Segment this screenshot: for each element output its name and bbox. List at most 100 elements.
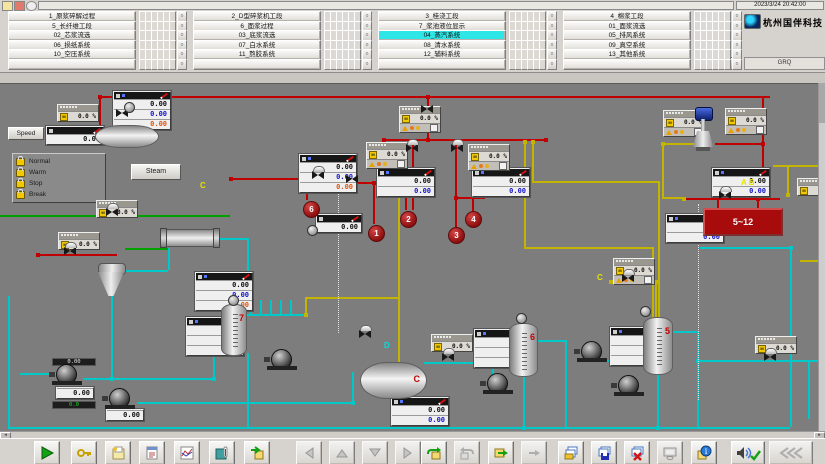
valve-icon[interactable]	[64, 247, 76, 255]
valve-icon[interactable]	[346, 175, 358, 183]
address-field[interactable]	[38, 1, 734, 10]
menu-extra-button[interactable]: o	[362, 59, 372, 70]
menu-button[interactable]	[193, 59, 321, 70]
steam-button[interactable]: Steam	[131, 164, 181, 180]
value-panel[interactable]: 0.000.00	[391, 397, 449, 426]
redo-button[interactable]	[454, 441, 480, 464]
valve-icon[interactable]	[406, 144, 418, 152]
info-button[interactable]: i	[691, 441, 717, 464]
edit-pen-icon[interactable]	[438, 398, 446, 404]
menu-cell[interactable]	[354, 59, 361, 70]
save-pages-button[interactable]	[591, 441, 617, 464]
vertical-tank[interactable]: 7	[221, 304, 247, 356]
report-button[interactable]	[139, 441, 165, 464]
controller-faceplate[interactable]: M0.0 %	[797, 178, 818, 196]
doc-icon[interactable]	[2, 1, 13, 11]
run-button[interactable]	[34, 441, 60, 464]
mode-icon[interactable]: M	[800, 187, 808, 195]
pump-icon[interactable]	[105, 388, 135, 410]
key-button[interactable]	[71, 441, 97, 464]
ack-box[interactable]	[430, 124, 438, 132]
controller-faceplate[interactable]: M0.0 %	[57, 104, 99, 122]
vertical-scrollbar[interactable]	[818, 83, 825, 431]
grq-button[interactable]: GRQ	[744, 57, 825, 70]
mode-icon[interactable]: M	[60, 113, 68, 121]
preview-button[interactable]	[657, 441, 683, 464]
import-button[interactable]	[488, 441, 514, 464]
nav-down-button[interactable]	[362, 441, 388, 464]
tag-circle[interactable]: 1	[368, 225, 385, 242]
tag-circle[interactable]: 2	[400, 211, 417, 228]
mode-icon[interactable]: M	[728, 117, 736, 125]
edit-pen-icon[interactable]	[519, 169, 527, 175]
audio-check-button[interactable]	[731, 441, 765, 464]
controller-faceplate[interactable]: M0.0 %	[468, 144, 510, 171]
valve-icon[interactable]	[622, 274, 634, 282]
undo-button[interactable]	[421, 441, 447, 464]
horizontal-tank[interactable]: C	[360, 362, 427, 399]
valve-icon[interactable]	[719, 191, 731, 199]
valve-icon[interactable]	[359, 330, 371, 338]
mode-icon[interactable]: M	[434, 343, 442, 351]
valve-icon[interactable]	[312, 171, 324, 179]
speed-button[interactable]: Speed	[8, 127, 44, 140]
ack-box[interactable]	[644, 276, 652, 284]
menu-cell[interactable]	[539, 59, 546, 70]
motor-icon[interactable]	[228, 295, 239, 306]
tag-circle[interactable]: 6	[303, 201, 320, 218]
menu-cell[interactable]	[724, 59, 731, 70]
valve-icon[interactable]	[421, 105, 433, 113]
export-data-button[interactable]	[244, 441, 270, 464]
value-panel[interactable]: 0.000.00	[472, 168, 530, 197]
nav-right-button[interactable]	[395, 441, 421, 464]
edit-pen-icon[interactable]	[424, 169, 432, 175]
mode-icon[interactable]: M	[402, 115, 410, 123]
nav-left-button[interactable]	[296, 441, 322, 464]
menu-cell[interactable]	[169, 59, 176, 70]
edit-pen-icon[interactable]	[351, 215, 359, 221]
edit-pen-icon[interactable]	[759, 169, 767, 175]
nav-up-button[interactable]	[329, 441, 355, 464]
tag-circle[interactable]: 4	[465, 211, 482, 228]
pump-icon[interactable]	[483, 373, 513, 395]
trend-button[interactable]	[174, 441, 200, 464]
mode-icon[interactable]: M	[666, 119, 674, 127]
pump-icon[interactable]	[267, 349, 297, 371]
motor-icon[interactable]	[640, 306, 651, 317]
edit-pen-icon[interactable]	[346, 155, 354, 161]
pump-icon[interactable]	[577, 341, 607, 363]
mode-icon[interactable]: M	[369, 151, 377, 159]
value-panel[interactable]: 0.000.000.00	[299, 154, 357, 193]
zoom-icon[interactable]	[26, 1, 37, 11]
vertical-tank[interactable]: 6	[509, 323, 538, 377]
delete-pages-button[interactable]	[624, 441, 650, 464]
import-2-button[interactable]	[521, 441, 547, 464]
valve-icon[interactable]	[451, 144, 463, 152]
motor-icon[interactable]	[124, 102, 135, 113]
valve-icon[interactable]	[764, 353, 776, 361]
pump-icon[interactable]	[614, 375, 644, 397]
menu-extra-button[interactable]: o	[547, 59, 557, 70]
mode-icon[interactable]: M	[471, 153, 479, 161]
controller-faceplate[interactable]: M0.0 %	[725, 108, 767, 135]
value-display[interactable]: 0.00	[316, 214, 362, 233]
ack-box[interactable]	[756, 126, 764, 134]
menu-extra-button[interactable]: o	[177, 59, 187, 70]
hopper-cone[interactable]	[98, 272, 124, 296]
motor-icon[interactable]	[516, 313, 527, 324]
range-indicator-box[interactable]: 5~12	[703, 208, 783, 236]
pump-icon[interactable]	[52, 364, 82, 386]
edit-pen-icon[interactable]	[242, 273, 250, 279]
menu-extra-button[interactable]: o	[732, 59, 742, 70]
controller-faceplate[interactable]: M0.0 %	[399, 106, 441, 133]
horizontal-tank[interactable]	[95, 125, 159, 148]
ack-box[interactable]	[499, 162, 507, 170]
alarm-log-button[interactable]	[209, 441, 235, 464]
edit-pen-icon[interactable]	[160, 92, 168, 98]
controller-faceplate[interactable]: M0.0 %	[366, 142, 408, 169]
menu-button[interactable]	[8, 59, 136, 70]
vertical-tank[interactable]: 5	[643, 317, 673, 375]
menu-button[interactable]	[378, 59, 506, 70]
tag-circle[interactable]: 3	[448, 227, 465, 244]
ack-box[interactable]	[397, 160, 405, 168]
